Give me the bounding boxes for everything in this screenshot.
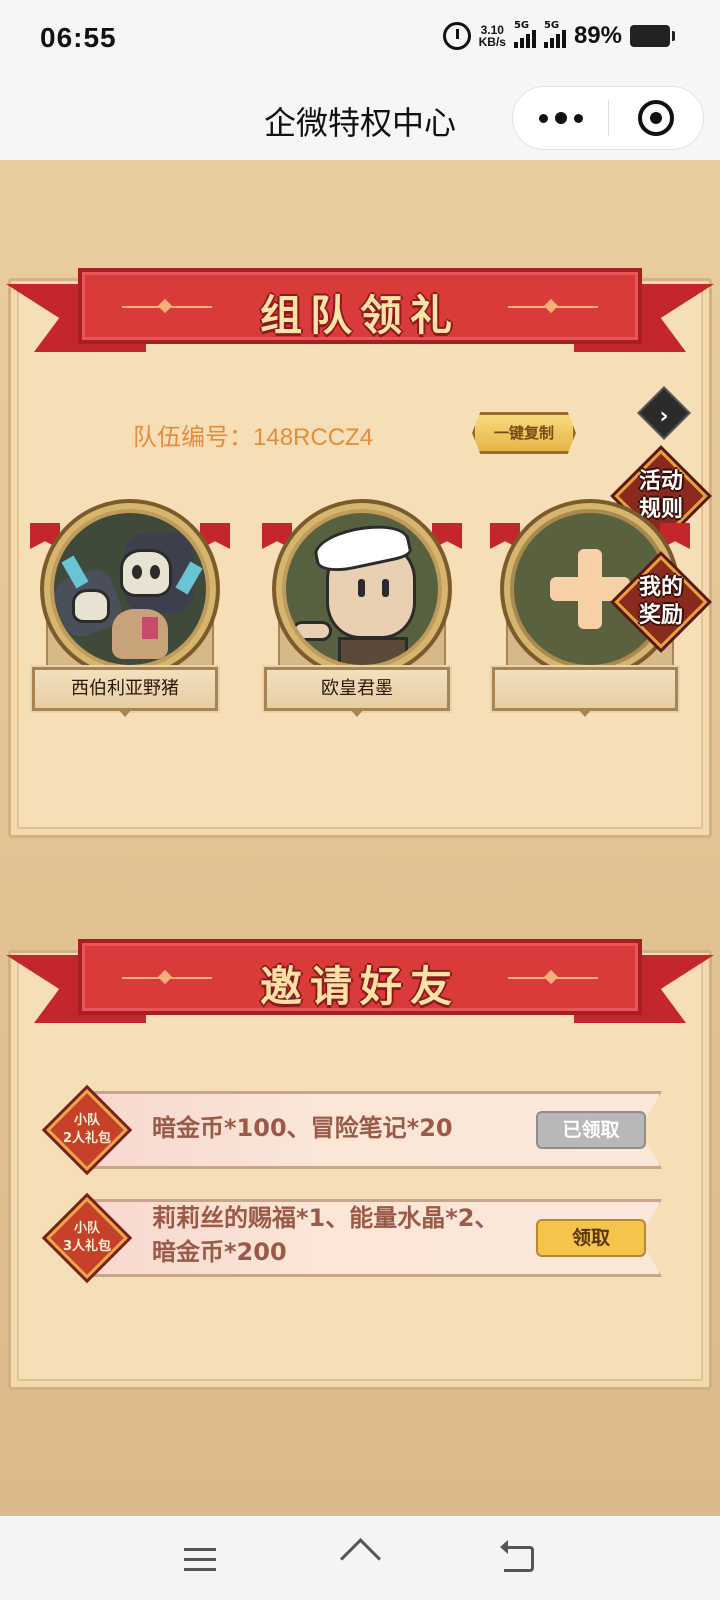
avatar bbox=[40, 499, 220, 679]
gift-badge: 小队 2人礼包 bbox=[45, 1088, 129, 1172]
gift-badge: 小队 3人礼包 bbox=[45, 1196, 129, 1280]
my-rewards-button[interactable]: 我的 奖励 bbox=[614, 555, 708, 649]
status-time: 06:55 bbox=[40, 22, 117, 53]
battery-level: 89% bbox=[573, 22, 622, 49]
team-code-label: 队伍编号： bbox=[133, 423, 253, 451]
team-section-title: 组队领礼 bbox=[259, 291, 460, 340]
menu-icon[interactable] bbox=[184, 1548, 216, 1572]
gift-description: 莉莉丝的赐福*1、能量水晶*2、 暗金币*200 bbox=[152, 1204, 499, 1266]
alarm-icon bbox=[442, 22, 471, 50]
gift-description: 暗金币*100、冒险笔记*20 bbox=[152, 1114, 453, 1142]
nav-bar: 企微特权中心 bbox=[0, 78, 720, 160]
status-bar: 06:55 3.10 KB/s 5G 5G 89% bbox=[0, 0, 720, 78]
signal-icon: 5G bbox=[543, 20, 566, 48]
member-nameplate bbox=[492, 667, 678, 711]
member-name: 欧皇君墨 bbox=[321, 678, 393, 699]
invite-section-banner: 邀请好友 bbox=[0, 935, 720, 1035]
invite-section-title: 邀请好友 bbox=[259, 962, 460, 1011]
network-speed: 3.10 KB/s bbox=[478, 23, 506, 49]
gift-row: 小队 3人礼包 莉莉丝的赐福*1、能量水晶*2、 暗金币*200 领取 bbox=[42, 1193, 672, 1283]
team-code-value: 148RCCZ4 bbox=[253, 424, 374, 451]
chevron-right-icon: › bbox=[659, 403, 669, 429]
system-nav-bar bbox=[0, 1516, 720, 1600]
target-icon bbox=[637, 100, 674, 136]
miniprogram-capsule bbox=[512, 86, 704, 150]
home-icon[interactable] bbox=[340, 1542, 380, 1574]
team-code: 队伍编号：148RCCZ4 bbox=[133, 417, 373, 452]
claim-button[interactable]: 领取 bbox=[536, 1219, 646, 1257]
claimed-button[interactable]: 已领取 bbox=[536, 1111, 646, 1149]
member-nameplate: 欧皇君墨 bbox=[264, 667, 450, 711]
member-name: 西伯利亚野猪 bbox=[71, 678, 179, 699]
avatar bbox=[272, 499, 452, 679]
copy-code-button[interactable]: 一键复制 bbox=[472, 412, 576, 454]
battery-icon bbox=[630, 25, 675, 47]
close-button[interactable] bbox=[609, 86, 703, 150]
gift-row: 小队 2人礼包 暗金币*100、冒险笔记*20 已领取 bbox=[42, 1085, 672, 1175]
member-nameplate: 西伯利亚野猪 bbox=[32, 667, 218, 711]
signal-icon: 5G bbox=[513, 20, 536, 48]
team-member-slot[interactable]: 欧皇君墨 bbox=[262, 495, 462, 717]
team-section-banner: 组队领礼 bbox=[0, 264, 720, 364]
main-content: 组队领礼 队伍编号：148RCCZ4 一键复制 › 活动 规则 西伯利亚野猪 欧… bbox=[0, 160, 720, 1516]
team-member-slot[interactable]: 西伯利亚野猪 bbox=[30, 495, 230, 717]
more-icon[interactable] bbox=[513, 86, 608, 150]
back-icon[interactable] bbox=[500, 1540, 534, 1572]
status-icons: 3.10 KB/s 5G 5G 89% bbox=[442, 20, 675, 50]
